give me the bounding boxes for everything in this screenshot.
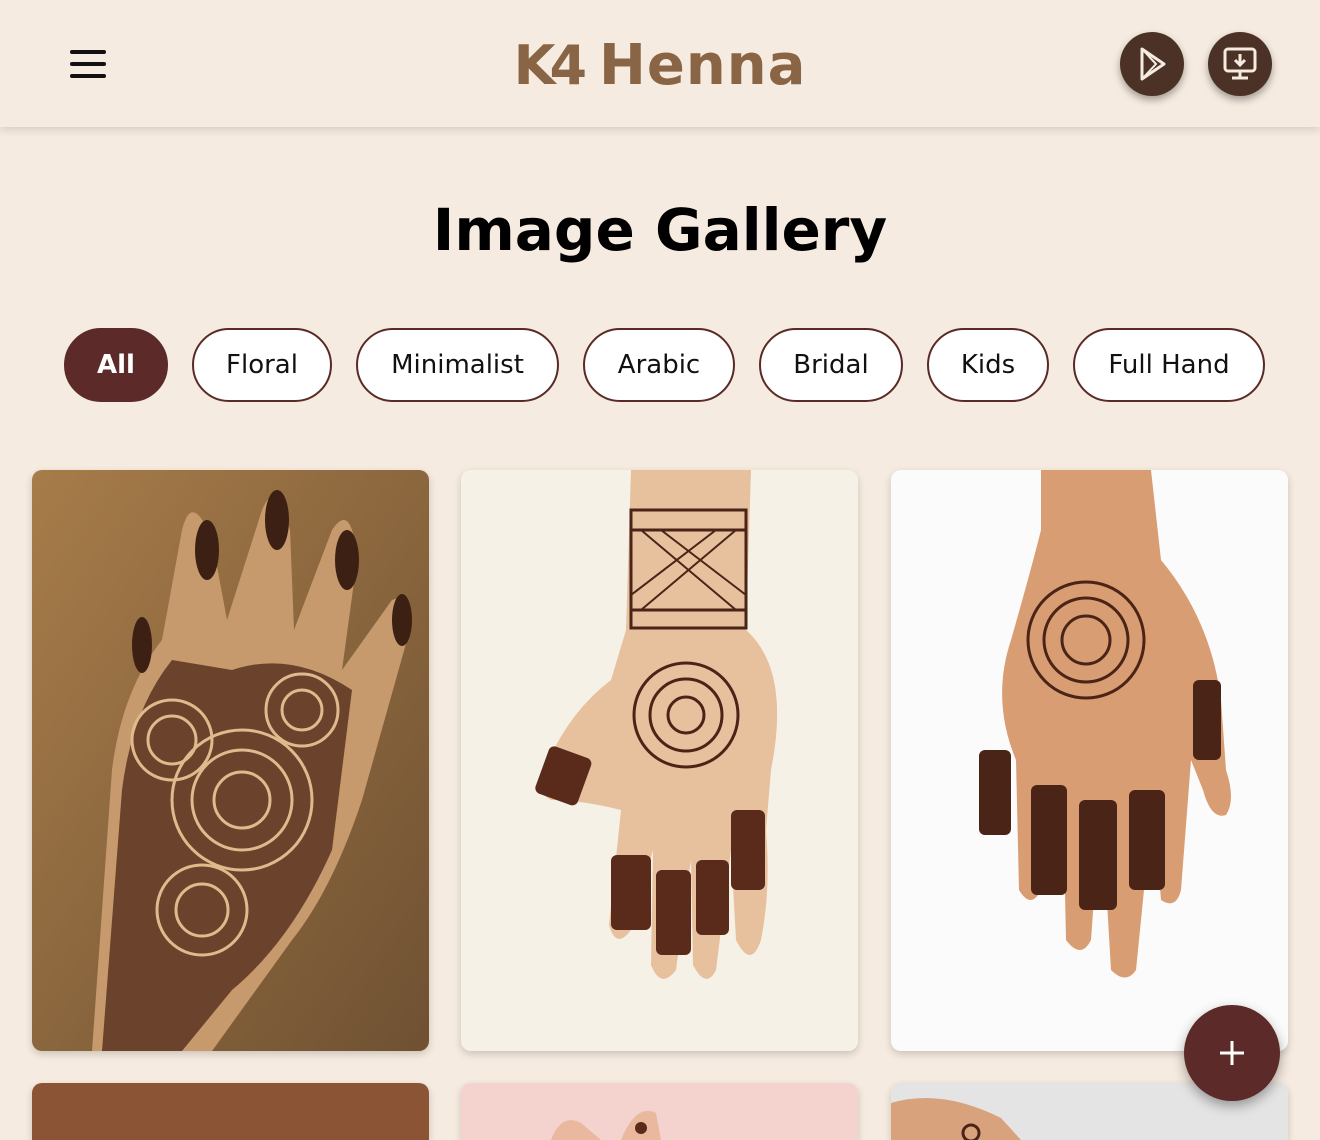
filter-chip-floral[interactable]: Floral [192, 328, 332, 402]
filter-chip-bridal[interactable]: Bridal [759, 328, 903, 402]
gallery-image-card[interactable] [32, 1083, 429, 1140]
plus-icon [1220, 1041, 1244, 1065]
download-button[interactable] [1208, 32, 1272, 96]
page-title: Image Gallery [432, 196, 888, 264]
henna-image-thumbnail [32, 1083, 429, 1140]
filter-chip-minimalist[interactable]: Minimalist [356, 328, 559, 402]
gallery-image-card[interactable] [32, 470, 429, 1051]
henna-back-hand-image [891, 470, 1288, 1051]
logo-mark: K4 [513, 33, 587, 97]
top-app-bar: K4 Henna [0, 0, 1320, 127]
gallery-image-card[interactable] [461, 1083, 858, 1140]
play-store-button[interactable] [1120, 32, 1184, 96]
filter-chip-full-hand[interactable]: Full Hand [1073, 328, 1265, 402]
play-store-icon [1140, 47, 1166, 81]
henna-image-thumbnail [461, 1083, 858, 1140]
desktop-download-icon [1223, 47, 1257, 80]
filter-chip-kids[interactable]: Kids [927, 328, 1049, 402]
logo-wordmark: Henna [599, 32, 807, 98]
hamburger-menu-icon[interactable] [62, 44, 114, 84]
brand-logo[interactable]: K4 Henna [440, 30, 880, 100]
henna-palm-mandala-image [461, 470, 858, 1051]
gallery-image-card[interactable] [891, 470, 1288, 1051]
filter-chip-all[interactable]: All [64, 328, 168, 402]
add-fab-button[interactable] [1184, 1005, 1280, 1101]
henna-full-hand-image [32, 470, 429, 1051]
gallery-image-card[interactable] [461, 470, 858, 1051]
filter-chip-group: All Floral Minimalist Arabic Bridal Kids… [64, 328, 1265, 406]
filter-chip-arabic[interactable]: Arabic [583, 328, 735, 402]
